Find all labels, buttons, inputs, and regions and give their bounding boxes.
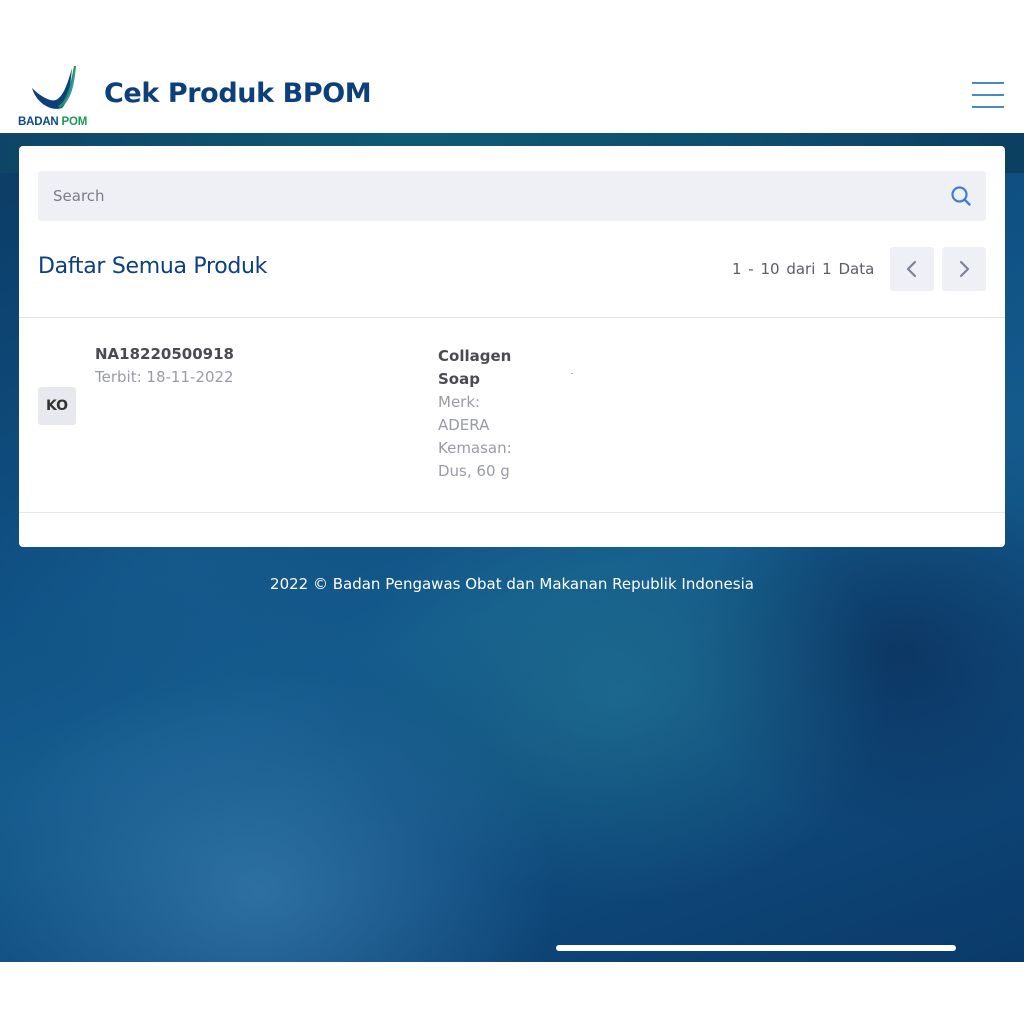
- table-row[interactable]: KO NA18220500918 Terbit: 18-11-2022 Coll…: [19, 318, 1005, 512]
- hamburger-menu-button[interactable]: [970, 82, 1006, 108]
- product-packaging: Kemasan: Dus, 60 g: [438, 439, 512, 480]
- badan-pom-logo[interactable]: BADAN POM: [18, 62, 90, 128]
- search-bar: [38, 171, 986, 221]
- prev-page-button[interactable]: [890, 247, 934, 291]
- footer-copyright: 2022 © Badan Pengawas Obat dan Makanan R…: [270, 575, 754, 593]
- product-brand: Merk: ADERA: [438, 393, 490, 434]
- list-divider-bottom: [19, 512, 1005, 513]
- hamburger-icon-line: [972, 94, 1004, 96]
- hamburger-icon: [972, 82, 1004, 84]
- logo-text: BADAN POM: [18, 116, 88, 128]
- product-list-card: Daftar Semua Produk 1 - 10 dari 1 Data K…: [19, 146, 1005, 547]
- issued-date: Terbit: 18-11-2022: [95, 368, 234, 386]
- page-title: Cek Produk BPOM: [104, 78, 372, 109]
- separator-dot: [571, 373, 573, 374]
- pagination-info: 1 - 10 dari 1 Data: [732, 260, 875, 278]
- chevron-left-icon: [906, 260, 917, 278]
- logo-mark-icon: [32, 66, 76, 109]
- home-indicator[interactable]: [556, 945, 956, 951]
- search-input[interactable]: [38, 171, 918, 221]
- product-meta: Merk: ADERA Kemasan: Dus, 60 g: [438, 391, 528, 483]
- list-title: Daftar Semua Produk: [38, 254, 268, 279]
- app-header: BADAN POM Cek Produk BPOM: [0, 56, 1024, 133]
- category-badge: KO: [38, 387, 76, 425]
- next-page-button[interactable]: [942, 247, 986, 291]
- chevron-right-icon: [959, 260, 970, 278]
- product-name: Collagen Soap: [438, 347, 512, 388]
- hamburger-icon-line: [972, 106, 1004, 108]
- search-icon[interactable]: [950, 185, 972, 207]
- registration-number: NA18220500918: [95, 345, 234, 363]
